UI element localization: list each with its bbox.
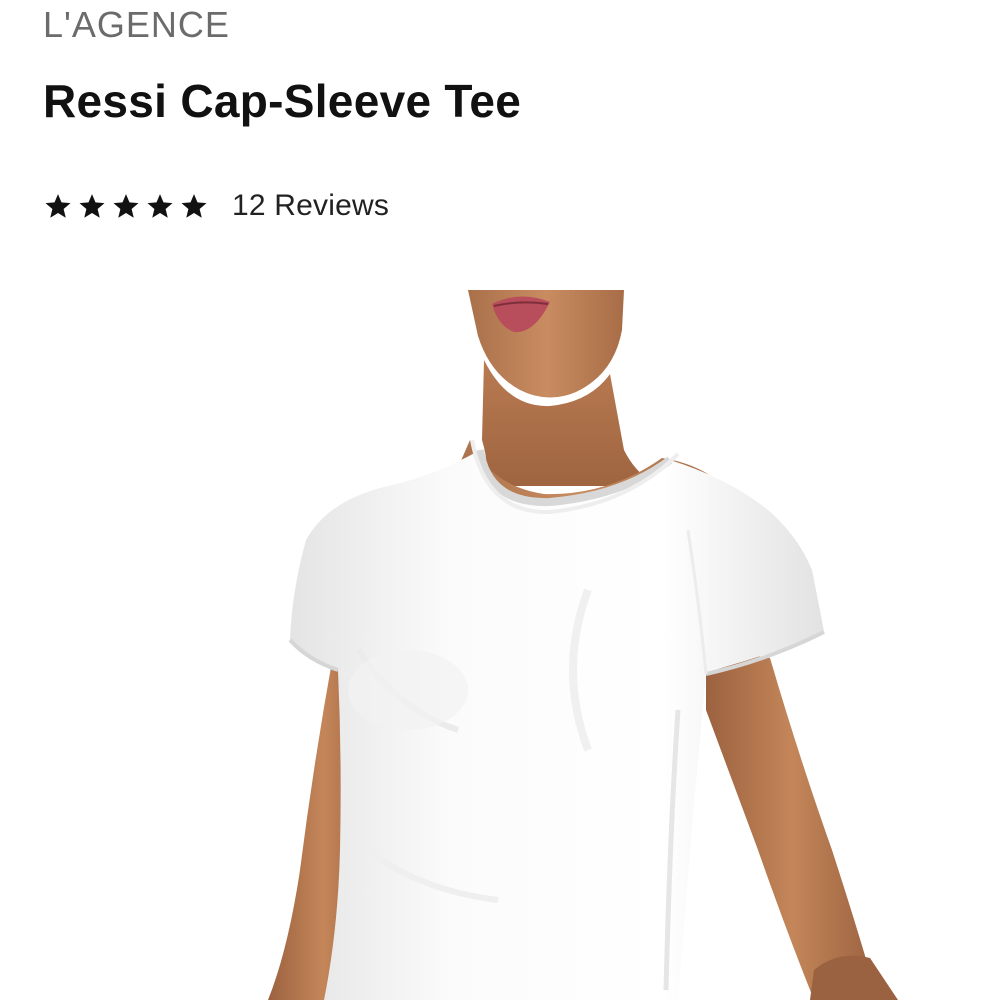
reviews-count-link[interactable]: 12 Reviews: [232, 189, 389, 223]
product-page: L'AGENCE Ressi Cap-Sleeve Tee 12 Reviews: [0, 0, 1000, 1000]
star-icon: [181, 194, 207, 218]
rating-summary[interactable]: 12 Reviews: [43, 186, 389, 226]
model-photo: [268, 290, 898, 1000]
product-image[interactable]: [258, 290, 938, 1000]
star-icon: [113, 194, 139, 218]
product-title: Ressi Cap-Sleeve Tee: [43, 75, 522, 127]
star-icon: [147, 194, 173, 218]
star-rating: [43, 191, 209, 221]
brand-link[interactable]: L'AGENCE: [43, 4, 230, 46]
star-icon: [79, 194, 105, 218]
star-icon: [45, 194, 71, 218]
